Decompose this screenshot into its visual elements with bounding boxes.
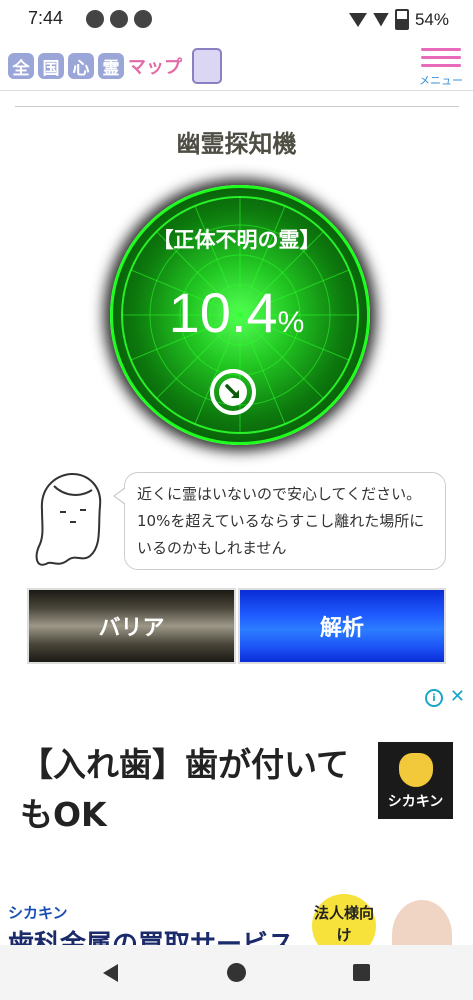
status-bar: 7:44 54% <box>0 0 473 38</box>
ad-logo[interactable]: シカキン <box>378 742 453 819</box>
logo-subtitle: マップ <box>128 57 182 78</box>
ghost-type-label: 【正体不明の霊】 <box>152 228 321 252</box>
call-icon <box>110 10 128 28</box>
battery-icon <box>394 9 409 30</box>
analyze-button[interactable]: 解析 <box>238 588 446 664</box>
banner-text: 歯科金属の買取サービス <box>8 930 295 945</box>
divider <box>15 106 459 107</box>
signal-icon <box>348 12 367 27</box>
page-title: 幽霊探知機 <box>176 130 297 158</box>
arrow-down-right-icon <box>219 378 247 406</box>
speech-bubble: 近くに霊はいないので安心してください。10%を超えているならすこし離れた場所にい… <box>124 472 446 570</box>
ad-headline[interactable]: 【入れ歯】歯が付いてもOK <box>20 740 370 840</box>
site-header: 全 国 心 霊 マップ メニュー <box>0 38 473 91</box>
back-icon[interactable] <box>103 964 118 982</box>
system-nav-bar <box>0 945 473 1000</box>
logo-char-1: 全 <box>8 53 34 79</box>
recent-apps-icon[interactable] <box>353 964 370 981</box>
battery-level: 54% <box>414 9 449 29</box>
site-logo[interactable]: 全 国 心 霊 マップ <box>8 48 222 84</box>
menu-button[interactable]: メニュー <box>415 44 467 88</box>
hamburger-line <box>421 64 461 67</box>
logo-char-2: 国 <box>38 53 64 79</box>
logo-char-4: 霊 <box>98 53 124 79</box>
ad-info-icon[interactable]: i <box>425 689 443 707</box>
status-right: 54% <box>348 9 449 30</box>
banner-brand: シカキン <box>8 904 68 922</box>
line-app-icon <box>86 10 104 28</box>
barrier-button[interactable]: バリア <box>27 588 236 664</box>
ad-logo-text: シカキン <box>387 794 444 810</box>
status-time: 7:44 <box>28 8 64 28</box>
menu-label: メニュー <box>419 74 463 87</box>
hamburger-line <box>421 56 461 59</box>
phone-icon <box>192 48 222 84</box>
ghost-probability: 10.4% <box>0 280 473 345</box>
banner-person-image <box>392 900 452 945</box>
game-icon <box>134 10 152 28</box>
direction-indicator[interactable] <box>210 369 256 415</box>
tooth-icon <box>398 753 433 787</box>
speech-tail-inner <box>115 488 126 504</box>
probability-unit: % <box>277 306 305 339</box>
notification-icons <box>86 10 152 28</box>
ad-close-icon[interactable]: ✕ <box>450 686 465 707</box>
probability-value: 10.4 <box>168 281 278 344</box>
home-icon[interactable] <box>227 963 246 982</box>
logo-char-3: 心 <box>68 53 94 79</box>
wifi-icon <box>372 12 389 27</box>
bottom-banner-ad[interactable]: シカキン 歯科金属の買取サービス 法人様向け <box>0 890 473 945</box>
banner-badge: 法人様向け <box>312 894 376 945</box>
ghost-character <box>30 470 108 574</box>
hamburger-line <box>421 48 461 51</box>
